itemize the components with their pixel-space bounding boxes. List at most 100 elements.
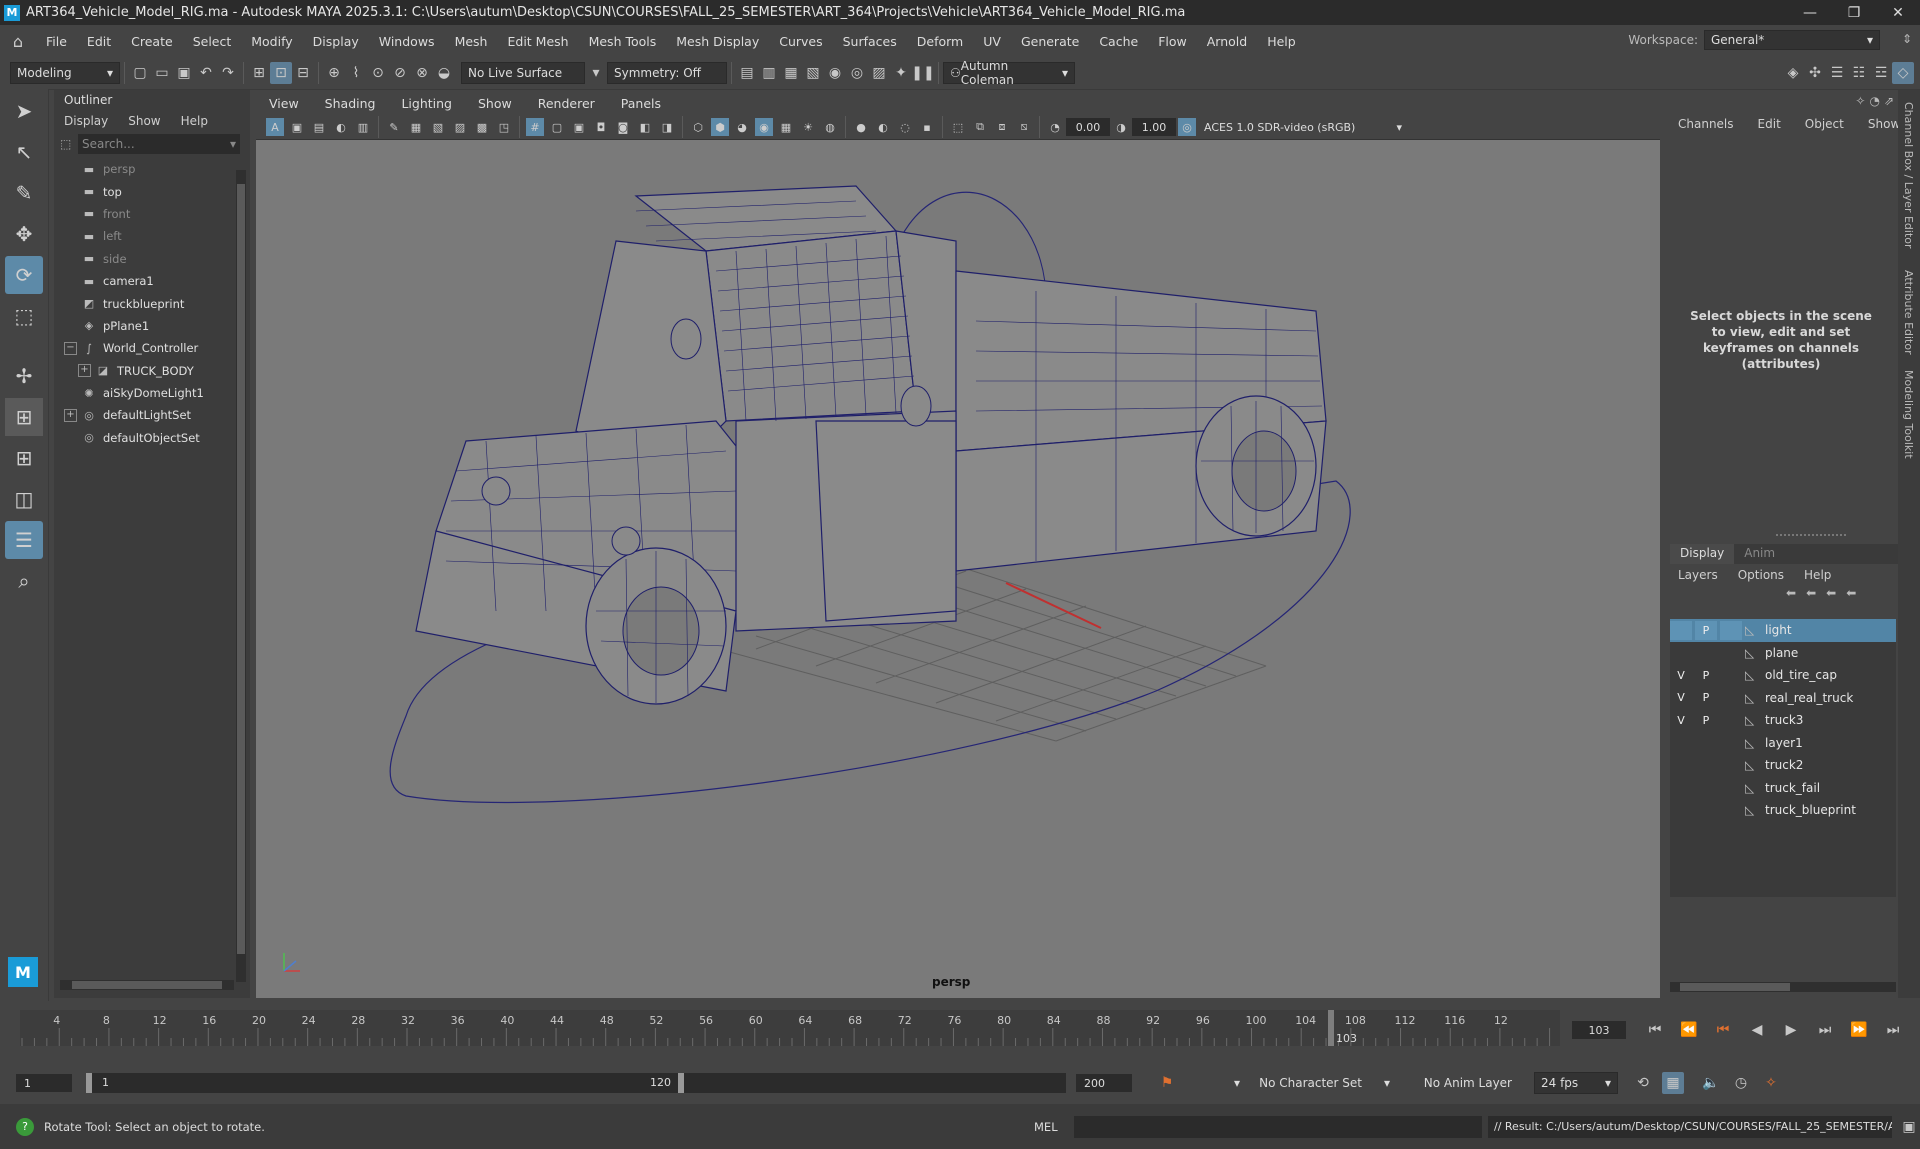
backface-icon[interactable]: ◌ — [896, 118, 914, 136]
menuset-dropdown[interactable]: Modeling ▾ — [10, 62, 120, 84]
layer-color-swatch[interactable] — [1720, 755, 1742, 775]
layer-visibility-toggle[interactable]: V — [1670, 688, 1692, 708]
menu-display[interactable]: Display — [303, 34, 369, 49]
range-start-handle[interactable] — [86, 1073, 92, 1093]
play-backward-icon[interactable]: ◀ — [1746, 1019, 1768, 1041]
layer-color-swatch[interactable] — [1720, 800, 1742, 820]
smooth-shade-icon[interactable]: ▣ — [570, 118, 588, 136]
outliner-item[interactable]: ▬ top — [54, 180, 250, 202]
toggle-icon[interactable]: ⇕ — [1902, 32, 1912, 46]
isolate-select-icon[interactable]: ● — [852, 118, 870, 136]
side-tab-modeling-toolkit[interactable]: Modeling Toolkit — [1902, 370, 1915, 459]
layer-playback-toggle[interactable] — [1695, 755, 1717, 775]
sculpt-icon[interactable]: ◈ — [1782, 62, 1804, 84]
outliner-item[interactable]: ✺ aiSkyDomeLight1 — [54, 382, 250, 404]
expander-icon[interactable]: + — [78, 364, 91, 378]
h-scrollbar-thumb[interactable] — [72, 981, 222, 989]
expander-icon[interactable]: + — [64, 408, 77, 422]
layer-tab-display[interactable]: Display — [1670, 544, 1735, 564]
layer-playback-toggle[interactable] — [1695, 733, 1717, 753]
viewport-scene[interactable] — [256, 91, 1660, 998]
layer-row[interactable]: ◺ truck2 — [1670, 754, 1896, 777]
layer-menu-help[interactable]: Help — [1804, 568, 1831, 582]
sync-icon[interactable]: ◔ — [1869, 94, 1879, 108]
layer-tab-anim[interactable]: Anim — [1734, 544, 1785, 564]
snap-view-icon[interactable]: ⊘ — [389, 62, 411, 84]
two-view-layout-icon[interactable]: ◫ — [5, 480, 43, 518]
resolution-gate-icon[interactable]: ▧ — [429, 118, 447, 136]
select-component-icon[interactable]: ⊟ — [292, 62, 314, 84]
outliner-h-scrollbar[interactable] — [60, 980, 234, 990]
menu-generate[interactable]: Generate — [1011, 34, 1089, 49]
symmetry-dropdown[interactable]: Symmetry: Off — [607, 62, 727, 84]
animation-prefs-icon[interactable]: ✧ — [1760, 1072, 1782, 1094]
redo-icon[interactable]: ↷ — [217, 62, 239, 84]
menu-mesh-display[interactable]: Mesh Display — [666, 34, 769, 49]
move-tool-icon[interactable]: ✥ — [5, 215, 43, 253]
home-icon[interactable]: ⌂ — [0, 32, 36, 51]
step-back-key-icon[interactable]: ⏮ — [1712, 1019, 1734, 1041]
menu-uv[interactable]: UV — [973, 34, 1011, 49]
snap-curve-icon[interactable]: ⌇ — [345, 62, 367, 84]
channel-box-tab-channels[interactable]: Channels — [1678, 117, 1734, 131]
exposure-field[interactable]: 0.00 — [1066, 118, 1110, 136]
side-tab-attribute-editor[interactable]: Attribute Editor — [1902, 270, 1915, 355]
outliner-item[interactable]: ▬ left — [54, 225, 250, 247]
colorspace-dropdown[interactable]: ACES 1.0 SDR-video (sRGB) ▾ — [1198, 118, 1408, 136]
range-end-handle[interactable] — [678, 1073, 684, 1093]
layer-scrollbar-thumb[interactable] — [1680, 983, 1790, 991]
viewport-menu-shading[interactable]: Shading — [312, 96, 389, 111]
layer-row[interactable]: ◺ truck_blueprint — [1670, 799, 1896, 822]
fps-dropdown[interactable]: 24 fps ▾ — [1534, 1072, 1618, 1094]
side-tab-channel-box[interactable]: Channel Box / Layer Editor — [1902, 102, 1915, 249]
outliner-item[interactable]: ▬ persp — [54, 158, 250, 180]
render-current-icon[interactable]: ▥ — [758, 62, 780, 84]
minimize-button[interactable]: — — [1788, 0, 1832, 25]
panel-splitter[interactable] — [1776, 534, 1846, 536]
close-button[interactable]: ✕ — [1876, 0, 1920, 25]
step-forward-icon[interactable]: ⏩ — [1848, 1019, 1870, 1041]
layer-visibility-toggle[interactable]: V — [1670, 710, 1692, 730]
select-hierarchy-icon[interactable]: ⊞ — [248, 62, 270, 84]
anim-layer-dropdown[interactable]: ▾ No Anim Layer — [1378, 1072, 1518, 1094]
outliner-menu-display[interactable]: Display — [64, 114, 108, 128]
grid-snap-icon[interactable]: ⧉ — [971, 118, 989, 136]
expander-icon[interactable]: − — [64, 341, 77, 355]
select-camera-icon[interactable]: A — [266, 118, 284, 136]
layer-playback-toggle[interactable] — [1695, 643, 1717, 663]
camera-attributes-icon[interactable]: ▣ — [288, 118, 306, 136]
hud-icon[interactable]: ▪ — [918, 118, 936, 136]
outliner-search-box[interactable]: Search... ▾ — [78, 134, 240, 154]
paint-select-icon[interactable]: ✎ — [5, 174, 43, 212]
layer-color-swatch[interactable] — [1720, 778, 1742, 798]
menu-mesh-tools[interactable]: Mesh Tools — [579, 34, 667, 49]
outliner-layout-icon[interactable]: ☰ — [5, 521, 43, 559]
auto-key-icon[interactable]: ◷ — [1730, 1072, 1752, 1094]
scene-end-field[interactable]: 200 — [1076, 1074, 1132, 1092]
new-layer-selected-icon[interactable]: ⬅ — [1846, 586, 1856, 600]
render-view-icon[interactable]: ▤ — [736, 62, 758, 84]
layer-row[interactable]: ◺ layer1 — [1670, 732, 1896, 755]
step-forward-key-icon[interactable]: ⏭ — [1814, 1019, 1836, 1041]
layer-h-scrollbar[interactable] — [1670, 982, 1896, 992]
help-icon[interactable]: ? — [16, 1117, 34, 1136]
gate-mask-icon[interactable]: ▨ — [451, 118, 469, 136]
search-icon[interactable]: ⌕ — [5, 562, 43, 600]
outliner-scrollbar[interactable] — [236, 170, 246, 982]
layer-row[interactable]: V P ◺ real_real_truck — [1670, 687, 1896, 710]
move-layer-down-icon[interactable]: ⬅ — [1806, 586, 1816, 600]
outliner-menu-show[interactable]: Show — [128, 114, 160, 128]
outliner-item[interactable]: − ∫ World_Controller — [54, 337, 250, 359]
pan-zoom-icon[interactable]: ⬚ — [949, 118, 967, 136]
gamma-icon[interactable]: ◑ — [1112, 118, 1130, 136]
scale-tool-icon[interactable]: ⬚ — [5, 297, 43, 335]
character-set-dropdown[interactable]: ▾ No Character Set — [1228, 1072, 1368, 1094]
open-scene-icon[interactable]: ▭ — [151, 62, 173, 84]
pause-icon[interactable]: ❚❚ — [911, 62, 934, 84]
hypershade-icon[interactable]: ◉ — [824, 62, 846, 84]
menu-arnold[interactable]: Arnold — [1197, 34, 1257, 49]
layer-playback-toggle[interactable]: P — [1695, 620, 1717, 640]
layer-visibility-toggle[interactable] — [1670, 778, 1692, 798]
motion-blur-icon[interactable]: ◕ — [733, 118, 751, 136]
outliner-item[interactable]: ▬ camera1 — [54, 270, 250, 292]
